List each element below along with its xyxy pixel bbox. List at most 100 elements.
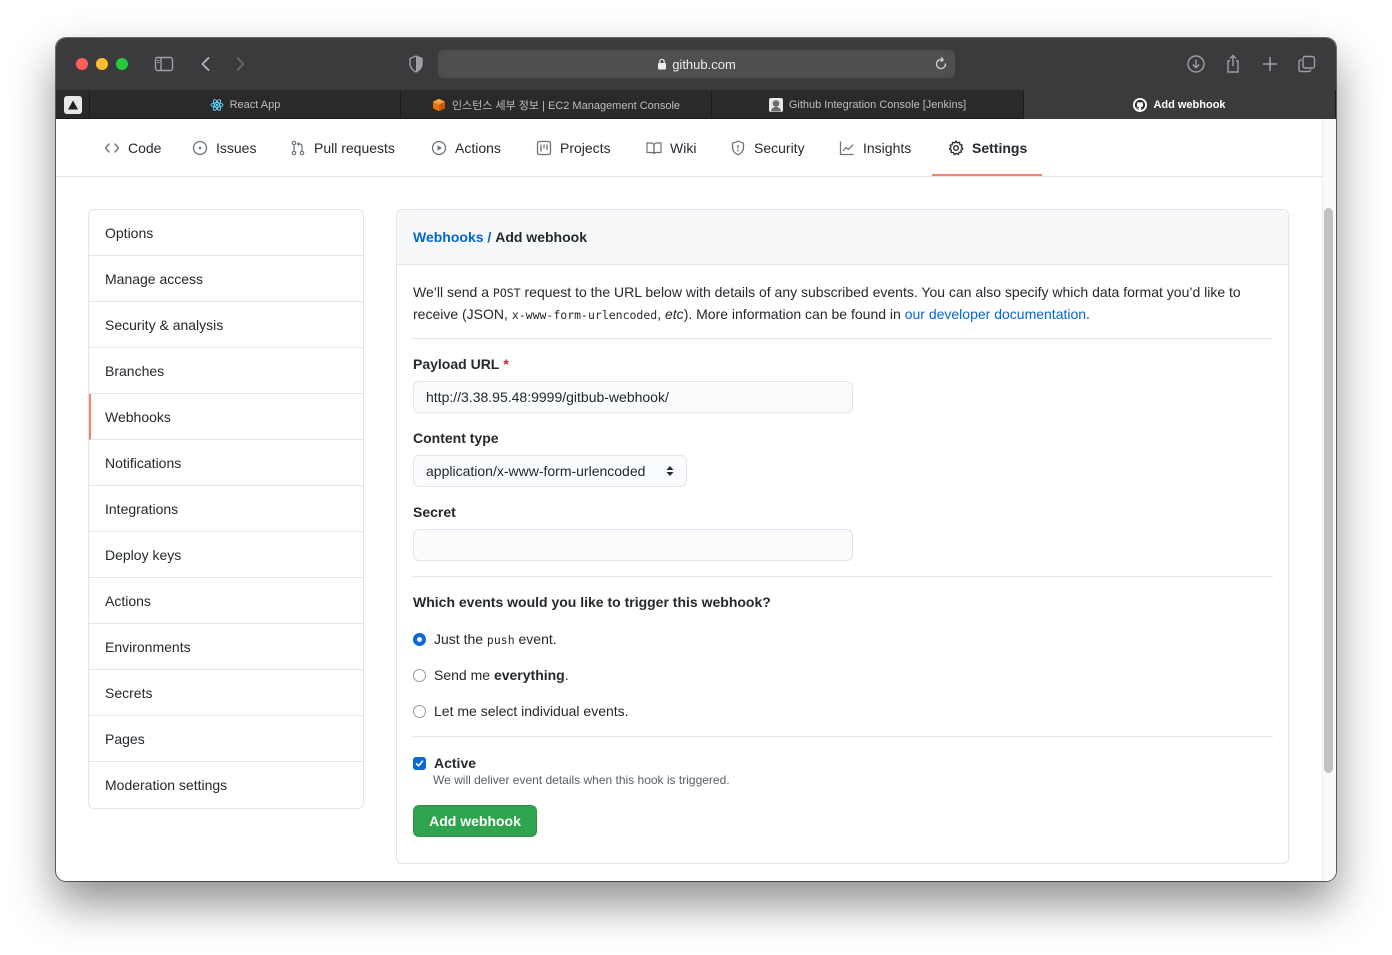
add-webhook-panel: Webhooks / Add webhook We’ll send a POST… (396, 209, 1289, 864)
sidebar-item-actions[interactable]: Actions (89, 578, 363, 624)
share-icon[interactable] (1221, 52, 1245, 76)
label-text: event. (514, 631, 557, 647)
tab-pull-requests[interactable]: Pull requests (290, 119, 395, 177)
inline-code: push (486, 633, 515, 647)
breadcrumb-webhooks-link[interactable]: Webhooks (413, 229, 484, 245)
required-marker: * (503, 356, 509, 372)
sidebar-item-secrets[interactable]: Secrets (89, 670, 363, 716)
pinned-tab[interactable] (56, 90, 90, 119)
tab-label: Pull requests (314, 140, 395, 156)
divider (413, 338, 1273, 339)
forward-icon[interactable] (228, 52, 252, 76)
content-type-select[interactable]: application/x-www-form-urlencoded (413, 455, 687, 487)
tab-insights[interactable]: Insights (839, 119, 911, 177)
pinned-tab-favicon (63, 95, 82, 114)
sidebar-item-notifications[interactable]: Notifications (89, 440, 363, 486)
aws-cube-icon (432, 98, 445, 111)
minimize-window-button[interactable] (96, 58, 108, 70)
tab-issues[interactable]: Issues (192, 119, 256, 177)
developer-docs-link[interactable]: our developer documentation (905, 306, 1086, 322)
sidebar-toggle-icon[interactable] (152, 52, 176, 76)
add-webhook-button[interactable]: Add webhook (413, 805, 537, 837)
new-tab-icon[interactable] (1258, 52, 1282, 76)
tab-code[interactable]: Code (104, 119, 161, 177)
active-label: Active (434, 755, 477, 771)
sidebar-item-label: Environments (105, 638, 191, 655)
graph-icon (839, 141, 854, 156)
close-window-button[interactable] (76, 58, 88, 70)
zoom-window-button[interactable] (116, 58, 128, 70)
tab-security[interactable]: Security (730, 119, 805, 177)
secret-label: Secret (413, 504, 456, 520)
sidebar-item-environments[interactable]: Environments (89, 624, 363, 670)
intro-text-part: , (657, 306, 665, 322)
tab-react-app[interactable]: React App (90, 90, 401, 119)
event-option-everything[interactable]: Send me everything. (413, 665, 569, 685)
tab-title: 인스턴스 세부 정보 | EC2 Management Console (451, 99, 681, 112)
sidebar-item-label: Pages (105, 730, 145, 747)
sidebar-item-integrations[interactable]: Integrations (89, 486, 363, 532)
code-icon (104, 143, 120, 153)
sidebar-item-deploy-keys[interactable]: Deploy keys (89, 532, 363, 578)
sidebar-item-label: Deploy keys (105, 546, 182, 563)
active-help-text: We will deliver event details when this … (433, 773, 730, 787)
tab-wiki[interactable]: Wiki (646, 119, 696, 177)
sidebar-item-label: Actions (105, 592, 151, 609)
sidebar-item-manage-access[interactable]: Manage access (89, 256, 363, 302)
project-icon (536, 140, 552, 156)
label-text: Payload URL (413, 356, 500, 372)
repo-nav: Code Issues Pull requests Actions Projec… (56, 119, 1322, 177)
scrollbar-thumb[interactable] (1324, 208, 1333, 773)
payload-url-input[interactable]: http://3.38.95.48:9999/gitbub-webhook/ (413, 381, 853, 413)
play-icon (431, 140, 447, 156)
content-type-value: application/x-www-form-urlencoded (426, 463, 646, 479)
divider (413, 736, 1273, 737)
tab-title: Add webhook (1153, 98, 1226, 111)
radio-button-selected[interactable] (413, 632, 426, 646)
active-checkbox-row[interactable]: Active (413, 753, 476, 773)
reload-icon[interactable] (933, 56, 949, 72)
tab-label: Wiki (670, 140, 697, 156)
sidebar-item-webhooks[interactable]: Webhooks (89, 394, 363, 440)
tab-overview-icon[interactable] (1295, 52, 1319, 76)
tab-label: Projects (560, 140, 611, 156)
label-text: Send me (434, 667, 494, 683)
sidebar-item-branches[interactable]: Branches (89, 348, 363, 394)
tab-settings[interactable]: Settings (948, 119, 1027, 177)
back-icon[interactable] (194, 52, 218, 76)
sidebar-item-options[interactable]: Options (89, 210, 363, 256)
tab-projects[interactable]: Projects (536, 119, 611, 177)
event-option-individual[interactable]: Let me select individual events. (413, 701, 629, 721)
react-logo-icon (210, 98, 224, 111)
settings-sidebar: Options Manage access Security & analysi… (88, 209, 364, 809)
tab-ec2-console[interactable]: 인스턴스 세부 정보 | EC2 Management Console (401, 90, 712, 119)
gear-icon (948, 140, 964, 156)
inline-code: POST (492, 286, 521, 300)
sidebar-item-moderation-settings[interactable]: Moderation settings (89, 762, 363, 808)
radio-button[interactable] (413, 704, 426, 718)
content-type-label: Content type (413, 430, 499, 446)
label-text: . (564, 667, 569, 683)
event-option-push[interactable]: Just the push event. (413, 629, 557, 649)
secret-input[interactable] (413, 529, 853, 561)
select-arrows-icon (666, 466, 674, 476)
tab-add-webhook[interactable]: Add webhook (1024, 90, 1336, 119)
sidebar-item-label: Secrets (105, 684, 153, 701)
address-bar-url: github.com (672, 56, 736, 72)
sidebar-item-label: Notifications (105, 454, 182, 471)
radio-button[interactable] (413, 668, 426, 682)
tab-jenkins[interactable]: Github Integration Console [Jenkins] (712, 90, 1024, 119)
tab-actions[interactable]: Actions (431, 119, 501, 177)
sidebar-item-pages[interactable]: Pages (89, 716, 363, 762)
downloads-icon[interactable] (1184, 52, 1208, 76)
address-bar[interactable]: github.com (438, 50, 955, 78)
tab-label: Actions (455, 140, 501, 156)
tab-label: Issues (216, 140, 257, 156)
active-checkbox[interactable] (413, 756, 426, 770)
browser-window: github.com React App 인스턴스 세부 정보 | EC2 Ma… (56, 38, 1336, 881)
sidebar-item-security-analysis[interactable]: Security & analysis (89, 302, 363, 348)
divider (413, 576, 1273, 577)
tab-label: Insights (863, 140, 912, 156)
inline-code: x-www-form-urlencoded (511, 308, 658, 322)
privacy-shield-icon[interactable] (404, 52, 428, 76)
